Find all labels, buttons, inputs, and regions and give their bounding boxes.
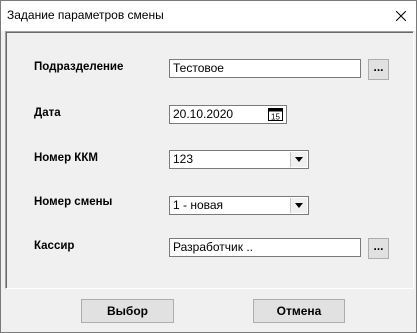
dialog-body: Подразделение Тестовое ... Дата 20.10.20… xyxy=(1,31,416,332)
calendar-icon: 15 xyxy=(268,108,283,121)
cashier-browse-button[interactable]: ... xyxy=(368,238,389,259)
division-field[interactable]: Тестовое xyxy=(169,59,361,78)
date-label: Дата xyxy=(34,107,61,119)
cancel-button[interactable]: Отмена xyxy=(253,299,345,323)
close-button[interactable] xyxy=(386,1,416,31)
cashier-field[interactable]: Разработчик .. xyxy=(169,238,361,257)
dialog-window: Задание параметров смены Подразделение Т… xyxy=(0,0,417,333)
date-value: 20.10.2020 xyxy=(173,107,234,121)
kkm-value: 123 xyxy=(173,152,194,166)
shift-label: Номер смены xyxy=(34,196,113,208)
shift-dropdown-button[interactable] xyxy=(290,198,307,213)
parameters-panel: Подразделение Тестовое ... Дата 20.10.20… xyxy=(5,31,414,289)
division-browse-button[interactable]: ... xyxy=(368,59,389,80)
kkm-label: Номер ККМ xyxy=(34,152,98,164)
kkm-dropdown-button[interactable] xyxy=(290,152,307,167)
calendar-icon-text: 15 xyxy=(271,113,280,122)
chevron-down-icon xyxy=(295,157,303,162)
close-icon xyxy=(396,11,406,21)
window-title: Задание параметров смены xyxy=(7,8,164,22)
chevron-down-icon xyxy=(295,203,303,208)
title-bar: Задание параметров смены xyxy=(1,1,416,31)
division-label: Подразделение xyxy=(34,61,124,73)
cashier-label: Кассир xyxy=(34,240,75,252)
date-field[interactable]: 20.10.2020 15 xyxy=(169,105,287,124)
shift-value: 1 - новая xyxy=(173,198,224,212)
shift-combobox[interactable]: 1 - новая xyxy=(169,196,309,215)
kkm-combobox[interactable]: 123 xyxy=(169,150,309,169)
calendar-button[interactable]: 15 xyxy=(267,107,284,122)
select-button[interactable]: Выбор xyxy=(81,299,174,323)
